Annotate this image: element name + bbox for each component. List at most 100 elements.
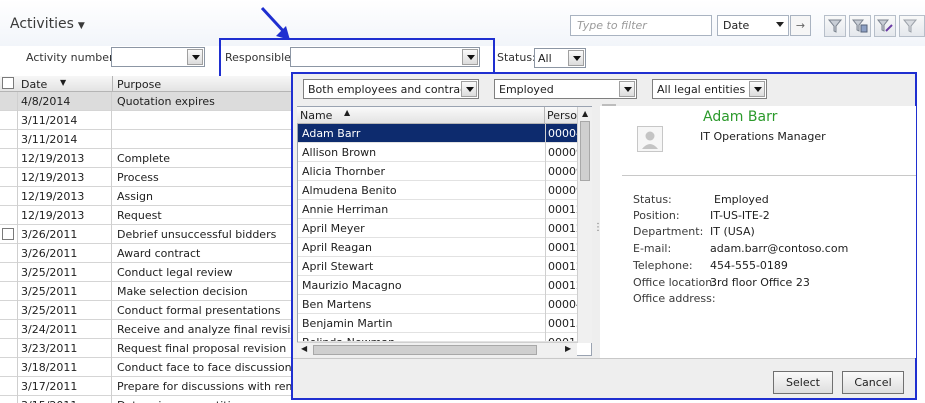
table-row[interactable]: 3/25/2011 Make selection decision: [0, 282, 300, 301]
table-row[interactable]: 3/26/2011 Debrief unsuccessful bidders: [0, 225, 300, 244]
chevron-down-icon[interactable]: [462, 49, 478, 65]
table-row[interactable]: 12/19/2013 Process: [0, 168, 300, 187]
personnel-number-cell: 000041: [545, 295, 578, 314]
list-item[interactable]: Adam Barr 000040: [298, 124, 578, 143]
quick-filter-input[interactable]: Type to filter: [570, 15, 712, 36]
purpose-cell: Assign: [117, 190, 153, 203]
personnel-number-cell: 000093: [545, 143, 578, 162]
department-value: IT (USA): [710, 225, 755, 238]
responsible-field[interactable]: [290, 47, 480, 67]
purpose-cell: Debrief unsuccessful bidders: [117, 228, 277, 241]
purpose-cell: Prepare for discussions with remaining: [117, 380, 300, 393]
list-item[interactable]: Almudena Benito 000092: [298, 181, 578, 200]
status-detail-value: Employed: [714, 193, 769, 206]
scroll-thumb[interactable]: [580, 121, 590, 181]
footer-separator: [293, 358, 915, 359]
date-cell: 3/17/2011: [17, 377, 112, 396]
worker-name-cell: Belinda Newman: [300, 333, 544, 341]
purpose-cell: [113, 130, 300, 149]
worker-name-cell: Annie Herriman: [302, 203, 389, 216]
table-row[interactable]: 12/19/2013 Request: [0, 206, 300, 225]
worker-name-cell: April Stewart: [302, 260, 374, 273]
date-cell: 3/11/2014: [17, 130, 112, 149]
list-item[interactable]: Annie Herriman 000120: [298, 200, 578, 219]
scroll-left-icon[interactable]: ◀: [301, 344, 307, 353]
chevron-down-icon[interactable]: [568, 50, 584, 66]
purpose-cell: Request: [117, 209, 162, 222]
worker-job-title: IT Operations Manager: [700, 130, 826, 143]
filter-field-select[interactable]: Date: [717, 15, 789, 36]
list-vertical-scrollbar[interactable]: ▲: [577, 107, 592, 343]
status-label: Status:: [497, 51, 536, 64]
list-item[interactable]: April Reagan 000122: [298, 238, 578, 257]
filter-field-value: Date: [723, 19, 750, 32]
advanced-filter-icon[interactable]: [874, 15, 896, 37]
scroll-up-icon[interactable]: ▲: [582, 109, 588, 118]
chevron-down-icon[interactable]: [187, 49, 203, 65]
list-item[interactable]: Maurizio Macagno 000124: [298, 276, 578, 295]
column-divider: [544, 107, 545, 124]
chevron-down-icon[interactable]: [749, 81, 765, 97]
table-row[interactable]: 3/25/2011 Conduct formal presentations: [0, 301, 300, 320]
table-row[interactable]: 12/19/2013 Complete: [0, 149, 300, 168]
page-title-text: Activities: [10, 16, 74, 32]
email-value[interactable]: adam.barr@contoso.com: [710, 242, 848, 255]
worker-name-cell: April Meyer: [302, 222, 365, 235]
table-row[interactable]: 12/19/2013 Assign: [0, 187, 300, 206]
list-item[interactable]: Benjamin Martin 000130: [298, 314, 578, 333]
worker-name-cell: Benjamin Martin: [302, 317, 393, 330]
table-row[interactable]: 3/11/2014: [0, 111, 300, 130]
employment-status-select[interactable]: Employed: [494, 79, 637, 99]
worker-type-select[interactable]: Both employees and contractors: [303, 79, 479, 99]
column-header-date[interactable]: Date: [21, 78, 47, 91]
personnel-number-cell: 000120: [545, 200, 578, 219]
list-item[interactable]: Allison Brown 000093: [298, 143, 578, 162]
worker-name-cell: Almudena Benito: [302, 184, 397, 197]
column-header-personnel-number[interactable]: Personnel number: [547, 109, 577, 122]
filter-icon[interactable]: [824, 15, 846, 37]
column-header-name[interactable]: Name: [300, 109, 332, 122]
list-horizontal-scrollbar[interactable]: ◀ ▶: [297, 342, 577, 357]
cancel-button[interactable]: Cancel: [842, 371, 904, 394]
table-row[interactable]: 3/18/2011 Conduct face to face discussion…: [0, 358, 300, 377]
column-header-purpose[interactable]: Purpose: [117, 78, 161, 91]
office-location-label: Office location:: [633, 276, 716, 289]
personnel-number-cell: 000098: [545, 162, 578, 181]
table-row[interactable]: 3/25/2011 Conduct legal review: [0, 263, 300, 282]
date-cell: 3/26/2011: [17, 244, 112, 263]
table-row[interactable]: 3/11/2014: [0, 130, 300, 149]
list-item[interactable]: Alicia Thornber 000098: [298, 162, 578, 181]
apply-filter-button[interactable]: →: [790, 15, 811, 36]
personnel-number-cell: 000092: [545, 181, 578, 200]
table-row[interactable]: 3/24/2011 Receive and analyze final revis…: [0, 320, 300, 339]
table-row[interactable]: 4/8/2014 Quotation expires: [0, 92, 300, 111]
status-select[interactable]: All: [534, 48, 586, 68]
scroll-right-icon[interactable]: ▶: [565, 344, 571, 353]
worker-name-cell: Adam Barr: [302, 127, 361, 140]
list-item[interactable]: Ben Martens 000041: [298, 295, 578, 314]
filter-by-grid-icon[interactable]: [849, 15, 871, 37]
legal-entity-select[interactable]: All legal entities: [652, 79, 767, 99]
activity-number-field[interactable]: [111, 47, 205, 67]
chevron-down-icon[interactable]: [619, 81, 635, 97]
sort-ascending-icon: ▲: [344, 108, 351, 117]
office-address-label: Office address:: [633, 292, 716, 305]
row-checkbox[interactable]: [2, 228, 14, 240]
select-button[interactable]: Select: [773, 371, 833, 394]
list-item[interactable]: Belinda Newman000131: [298, 333, 578, 342]
clear-filter-icon[interactable]: [899, 15, 925, 37]
list-item[interactable]: April Meyer 000121: [298, 219, 578, 238]
table-row[interactable]: 3/23/2011 Request final proposal revision: [0, 339, 300, 358]
status-value: All: [538, 52, 552, 65]
select-all-checkbox[interactable]: [2, 77, 14, 89]
worker-name-cell: Ben Martens: [302, 298, 372, 311]
table-row[interactable]: 3/17/2011 Prepare for discussions with re…: [0, 377, 300, 396]
worker-name-cell: April Reagan: [302, 241, 372, 254]
date-cell: 3/18/2011: [17, 358, 112, 377]
table-row[interactable]: 3/15/2011Determine competitive range and: [0, 396, 300, 403]
page-title[interactable]: Activities ▼: [10, 16, 85, 32]
scroll-thumb[interactable]: [313, 345, 537, 355]
chevron-down-icon[interactable]: [461, 81, 477, 97]
list-item[interactable]: April Stewart 000123: [298, 257, 578, 276]
table-row[interactable]: 3/26/2011 Award contract: [0, 244, 300, 263]
